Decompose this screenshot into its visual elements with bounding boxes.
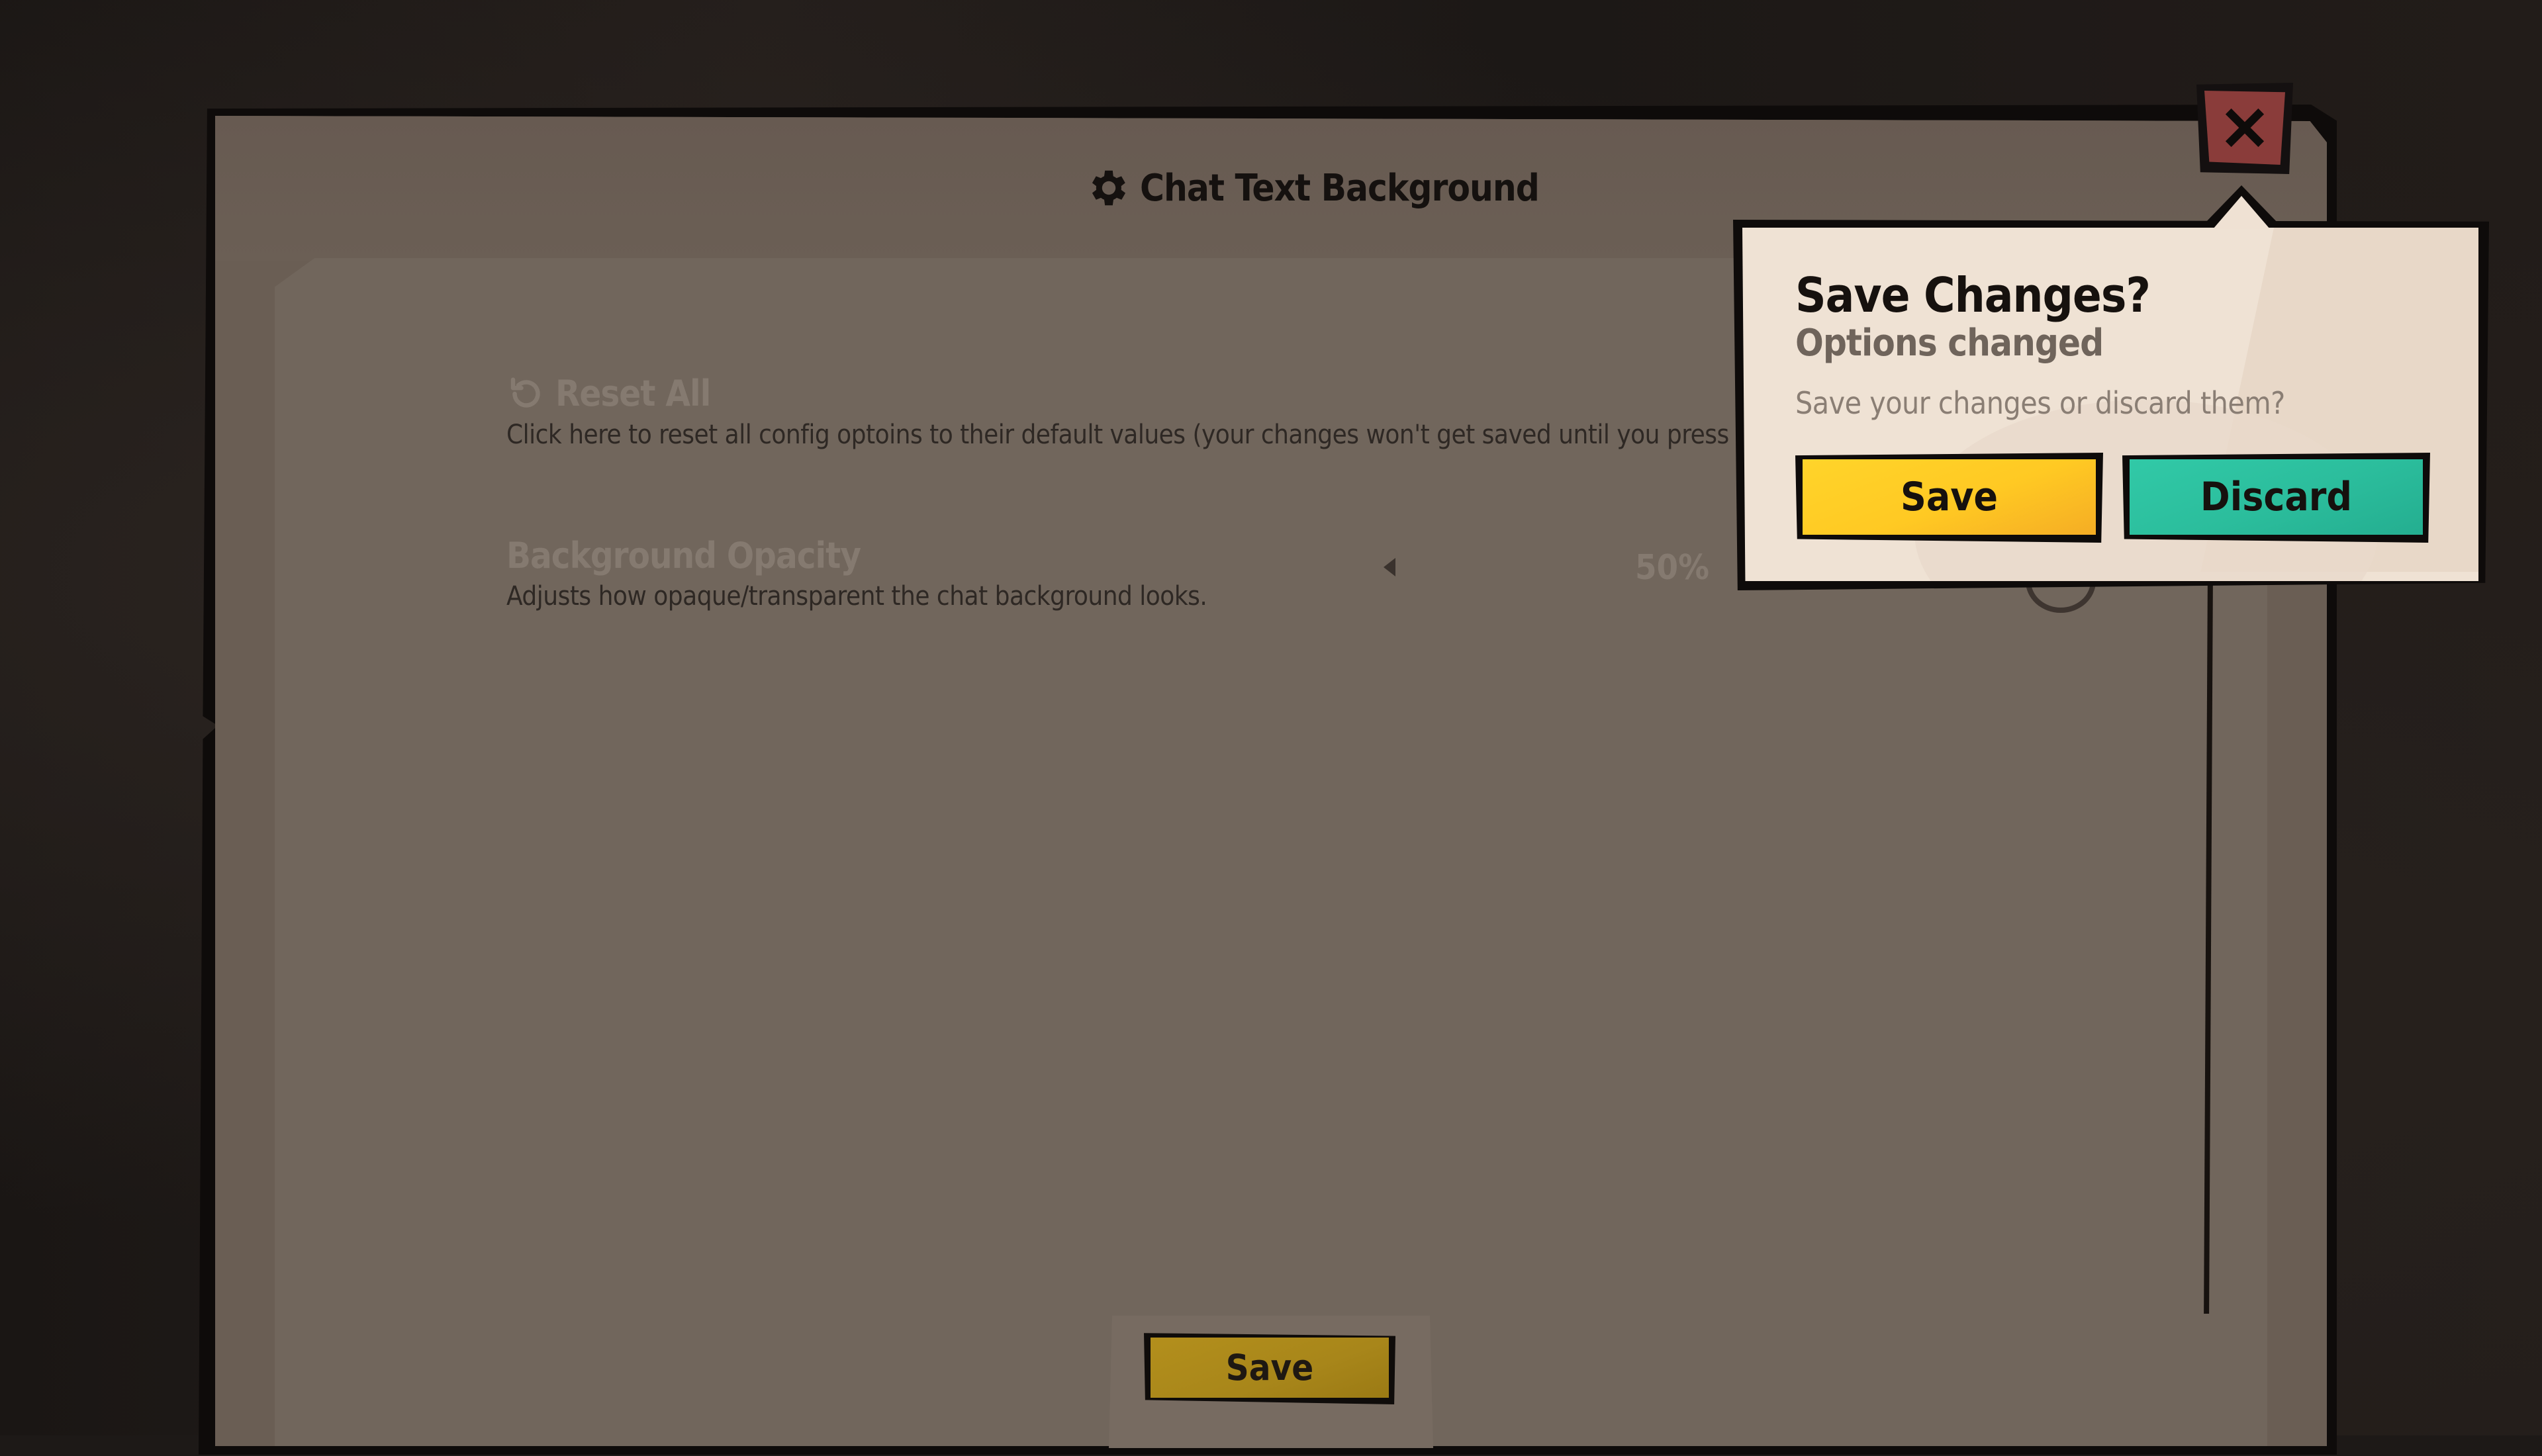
popup-pointer-fill — [2213, 196, 2270, 229]
reset-all-button[interactable]: Reset All — [506, 373, 711, 414]
gear-icon — [1092, 170, 1126, 206]
reset-icon — [510, 377, 540, 408]
close-button-face — [2204, 91, 2285, 165]
popup-save-label: Save — [1803, 459, 2096, 535]
reset-all-description: Click here to reset all config optoins t… — [506, 420, 1729, 450]
opacity-decrease-arrow-icon[interactable] — [1384, 558, 1395, 576]
background-opacity-description: Adjusts how opaque/transparent the chat … — [506, 581, 1207, 612]
popup-discard-button[interactable]: Discard — [2122, 453, 2430, 543]
popup-subtitle: Options changed — [1795, 322, 2104, 365]
close-button[interactable] — [2196, 83, 2293, 174]
popup-save-button[interactable]: Save — [1795, 453, 2103, 543]
dialog-title-text: Chat Text Background — [1140, 166, 1540, 210]
close-icon — [2225, 108, 2265, 148]
popup-message: Save your changes or discard them? — [1795, 385, 2285, 421]
popup-body: Save Changes? Options changed Save your … — [1742, 228, 2478, 581]
opacity-value: 50% — [1635, 548, 1709, 588]
footer-save-button[interactable]: Save — [1144, 1333, 1395, 1404]
save-changes-popup: Save Changes? Options changed Save your … — [1733, 220, 2489, 590]
popup-title: Save Changes? — [1795, 267, 2151, 323]
popup-discard-label: Discard — [2130, 459, 2423, 535]
dialog-title: Chat Text Background — [1086, 161, 1540, 214]
footer-save-label: Save — [1151, 1338, 1389, 1398]
reset-all-label: Reset All — [555, 373, 711, 414]
background-opacity-label: Background Opacity — [506, 535, 861, 576]
